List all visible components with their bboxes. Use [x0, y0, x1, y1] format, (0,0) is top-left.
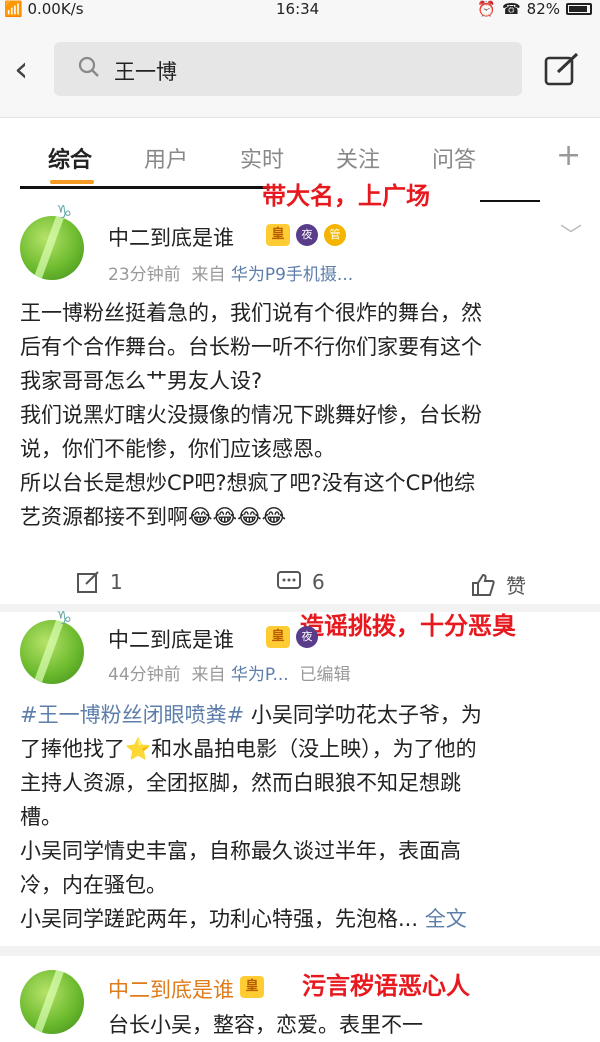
post-line: 所以台长是想炒CP吧?想疯了吧?没有这个CP他综 — [20, 471, 475, 495]
status-icons: ⏰ ☎ 82% — [477, 0, 592, 18]
thumbs-up-icon — [472, 573, 495, 596]
post-body[interactable]: 台长小吴，整容，恋爱。表里不一 — [108, 1008, 423, 1042]
avatar[interactable] — [20, 970, 84, 1034]
post-line: 了捧他找了⭐和水晶拍电影（没上映），为了他的 — [20, 737, 477, 761]
source-prefix: 来自 — [191, 665, 226, 685]
tab-qa[interactable]: 问答 — [432, 142, 476, 174]
battery-percent: 82% — [526, 0, 560, 18]
tab-comprehensive[interactable]: 综合 — [48, 142, 92, 174]
post-line: 后有个合作舞台。台长粉一听不行你们家要有这个 — [20, 335, 482, 359]
search-icon — [78, 56, 99, 77]
source-prefix: 来自 — [191, 265, 226, 285]
like-label: 赞 — [506, 574, 526, 598]
post-text: 小吴同学叻花太子爷，为 — [244, 703, 482, 727]
back-arrow-icon[interactable]: ‹ — [14, 50, 42, 90]
alarm-icon: ⏰ — [477, 0, 496, 18]
annotation-strike — [20, 186, 270, 189]
post-body[interactable]: 王一博粉丝挺着急的，我们说有个很炸的舞台，然 后有个合作舞台。台长粉一听不行你们… — [20, 296, 590, 534]
network-speed: 📶 0.00K/s — [4, 0, 84, 18]
compose-icon[interactable] — [544, 52, 580, 86]
post-meta: 44分钟前 来自 华为P... 已编辑 — [108, 660, 351, 685]
comment-button[interactable]: 6 — [276, 570, 325, 594]
topic-link[interactable]: #王一博粉丝闭眼喷粪# — [20, 703, 244, 727]
tab-realtime[interactable]: 实时 — [240, 142, 284, 174]
annotation-text: 带大名，上广场 — [262, 182, 430, 210]
status-bar: 📶 0.00K/s 16:34 ⏰ ☎ 82% — [0, 0, 600, 20]
post-time: 44分钟前 — [108, 665, 181, 685]
username[interactable]: 中二到底是谁 — [108, 974, 234, 1004]
night-badge-icon: 夜 — [296, 224, 318, 246]
annotation-text: 污言秽语恶心人 — [302, 972, 470, 1000]
source-link[interactable]: 华为P... — [231, 665, 289, 685]
plus-icon[interactable]: + — [556, 138, 581, 173]
search-header: ‹ 王一博 — [0, 20, 600, 118]
post-line: 主持人资源，全团抠脚，然而白眼狼不知足想跳 — [20, 771, 461, 795]
post-line: 艺资源都接不到啊😂😂😂😂 — [20, 505, 287, 529]
avatar[interactable] — [20, 216, 84, 280]
annotation-text: 造谣挑拨，十分恶臭 — [300, 612, 516, 640]
post-line: 冷，内在骚包。 — [20, 873, 167, 897]
crown-badge-icon: 皇 — [240, 976, 264, 998]
chevron-down-icon[interactable]: ﹀ — [560, 218, 582, 250]
battery-icon — [566, 3, 592, 15]
comment-icon — [277, 571, 301, 589]
post-meta: 23分钟前 来自 华为P9手机摄... — [108, 260, 353, 285]
call-icon: ☎ — [501, 0, 521, 18]
repost-button[interactable]: 1 — [76, 570, 123, 594]
post-line: 说，你们不能惨，你们应该感恩。 — [20, 437, 335, 461]
avatar[interactable] — [20, 620, 84, 684]
post-line: 槽。 — [20, 805, 62, 829]
post-time: 23分钟前 — [108, 265, 181, 285]
annotation-strike — [480, 200, 540, 202]
zodiac-icon: ♑ — [56, 608, 73, 629]
guard-badge-icon: 管 — [324, 224, 346, 246]
search-input[interactable]: 王一博 — [54, 42, 522, 96]
post-text: 小吴同学蹉跎两年，功利心特强，先泡格... — [20, 907, 419, 931]
repost-count: 1 — [110, 570, 123, 594]
post-line: 我家哥哥怎么艹男友人设? — [20, 369, 263, 393]
username[interactable]: 中二到底是谁 — [108, 222, 234, 252]
post-line: 小吴同学情史丰富，自称最久谈过半年，表面高 — [20, 839, 461, 863]
clock: 16:34 — [276, 0, 320, 18]
username[interactable]: 中二到底是谁 — [108, 624, 234, 654]
post-body[interactable]: #王一博粉丝闭眼喷粪# 小吴同学叻花太子爷，为 了捧他找了⭐和水晶拍电影（没上映… — [20, 698, 590, 936]
crown-badge-icon: 皇 — [266, 626, 290, 648]
zodiac-icon: ♑ — [56, 202, 73, 223]
edited-label: 已编辑 — [299, 665, 351, 685]
source-link[interactable]: 华为P9手机摄... — [231, 265, 353, 285]
like-button[interactable]: 赞 — [470, 570, 526, 599]
tab-following[interactable]: 关注 — [336, 142, 380, 174]
search-query: 王一博 — [114, 60, 177, 84]
night-badge-icon: 夜 — [296, 626, 318, 648]
post-line: 王一博粉丝挺着急的，我们说有个很炸的舞台，然 — [20, 301, 482, 325]
post-line: 我们说黑灯瞎火没摄像的情况下跳舞好惨，台长粉 — [20, 403, 482, 427]
active-tab-indicator — [50, 180, 94, 184]
comment-count: 6 — [312, 570, 325, 594]
divider — [0, 946, 600, 956]
full-text-link[interactable]: 全文 — [425, 907, 467, 931]
post-line: 小吴同学蹉跎两年，功利心特强，先泡格... 全文 — [20, 902, 590, 936]
repost-icon — [77, 571, 99, 593]
tab-users[interactable]: 用户 — [144, 142, 188, 174]
crown-badge-icon: 皇 — [266, 224, 290, 246]
post-line: #王一博粉丝闭眼喷粪# 小吴同学叻花太子爷，为 — [20, 698, 590, 732]
